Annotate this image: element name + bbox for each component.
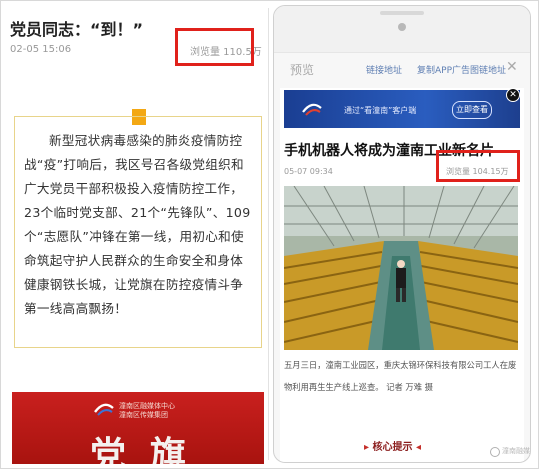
- ad-banner[interactable]: 通过“看潼南”客户端 立即查看 ✕: [284, 88, 520, 128]
- publish-time: 02-05 15:06: [10, 44, 72, 55]
- quote-text: 新型冠状病毒感染的肺炎疫情防控战“疫”打响后，我区号召各级党组织和广大党员干部积…: [24, 133, 251, 316]
- ad-text: 通过“看潼南”客户端: [344, 106, 417, 115]
- banner-image: 潼南区融媒体中心 潼南区传媒集团 党旗: [12, 392, 264, 464]
- panel-divider: [268, 8, 269, 460]
- preview-label: 预览: [290, 63, 315, 77]
- camera-icon: [398, 23, 406, 31]
- article-date: 05-07 09:34: [284, 167, 333, 176]
- phone-preview: 预览 链接地址 复制APP广告图链地址 ✕ 通过“看潼南”客户端 立即查看 ✕ …: [273, 5, 531, 463]
- banner-big-text: 党旗: [90, 435, 211, 464]
- ad-view-button[interactable]: 立即查看: [452, 101, 492, 119]
- highlight-box: [436, 150, 520, 182]
- ad-close-icon[interactable]: ✕: [506, 88, 520, 102]
- phone-top-bezel: [274, 6, 530, 53]
- highlight-box: [175, 28, 254, 66]
- arrow-right-icon: ▸: [364, 442, 373, 453]
- app-logo-icon: [302, 103, 322, 116]
- page-title: 党员同志：“到！”: [10, 20, 144, 39]
- arrow-left-icon: ◂: [412, 442, 422, 453]
- article-photo: [284, 186, 518, 350]
- core-tips-label: 核心提示: [372, 442, 413, 453]
- close-icon[interactable]: ✕: [506, 59, 518, 75]
- watermark: 潼南融媒: [490, 446, 534, 458]
- left-article-panel: 党员同志：“到！” 02-05 15:06 浏览量 110.5万 新型冠状病毒感…: [2, 2, 266, 464]
- banner-line2: 潼南区传媒集团: [119, 411, 168, 419]
- speaker-icon: [380, 11, 424, 15]
- factory-photo-image: [284, 186, 518, 350]
- preview-content: 通过“看潼南”客户端 立即查看 ✕ 手机机器人将成为潼南工业新名片 05-07 …: [280, 88, 524, 462]
- copy-ad-link-button[interactable]: 复制APP广告图链地址: [417, 63, 506, 76]
- wechat-icon: [490, 447, 500, 457]
- media-logo-icon: [94, 403, 114, 416]
- photo-caption: 五月三日，潼南工业园区，重庆太锦环保科技有限公司工人在废物利用再生生产线上巡查。…: [284, 360, 517, 392]
- preview-header: 预览 链接地址 复制APP广告图链地址 ✕: [274, 53, 530, 85]
- link-address-button[interactable]: 链接地址: [366, 63, 402, 76]
- core-tips-heading: ▸ 核心提示 ◂: [364, 438, 421, 453]
- watermark-text: 潼南融媒: [502, 447, 530, 455]
